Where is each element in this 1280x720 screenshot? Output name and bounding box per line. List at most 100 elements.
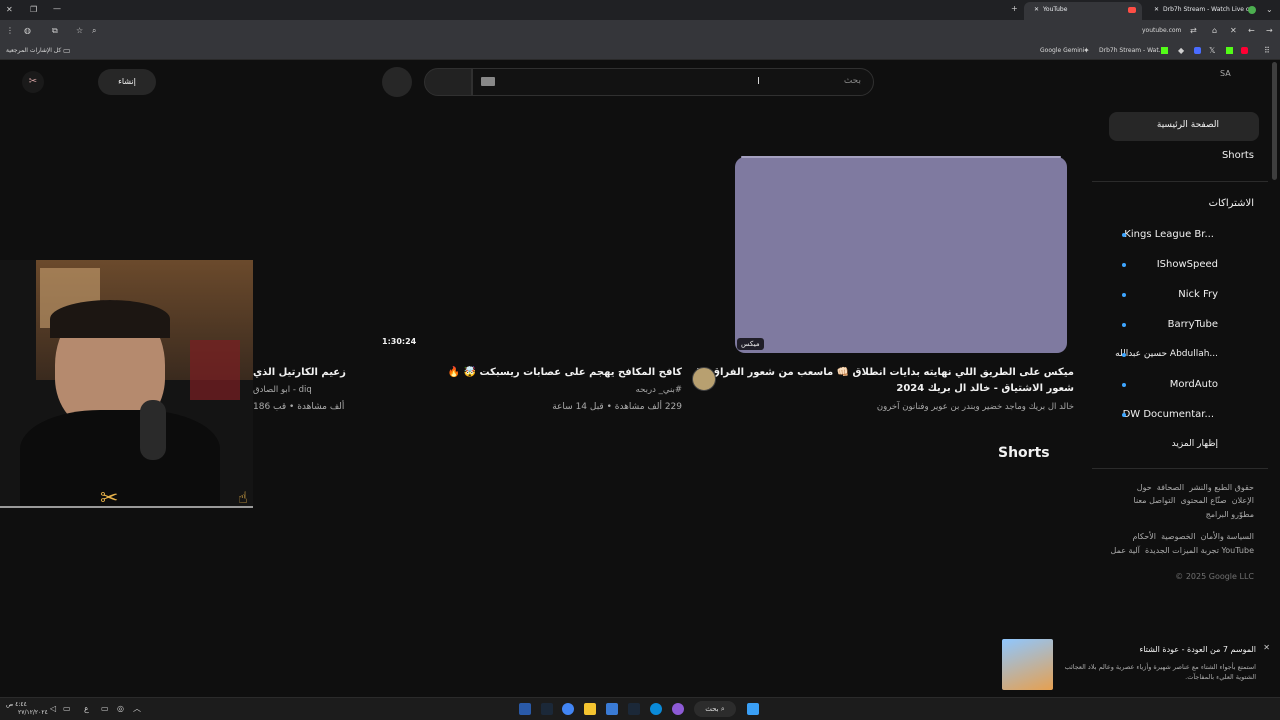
tray-icon[interactable]: ▭	[101, 705, 109, 713]
extensions-icon[interactable]: ⧉	[52, 27, 58, 35]
footer-link[interactable]: حقوق الطبع والنشر	[1189, 483, 1254, 492]
avatar[interactable]: ✂	[22, 71, 44, 93]
bookmark-icon[interactable]	[1194, 47, 1201, 54]
youtube-bookmark-icon[interactable]	[1241, 47, 1248, 54]
sidebar-item-home[interactable]: الصفحة الرئيسية	[1109, 112, 1259, 141]
new-tab-icon[interactable]: +	[1011, 5, 1018, 13]
taskbar-search[interactable]: بحث ⌕	[694, 701, 736, 717]
volume-icon[interactable]: ◁	[50, 705, 56, 713]
clock-date[interactable]: ٢٧/١٢/٢٠٢٤	[18, 709, 48, 716]
bookmark-icon[interactable]: ◆	[1178, 47, 1184, 55]
new-content-dot	[1122, 263, 1126, 267]
sidebar-item-shorts[interactable]: Shorts	[1222, 150, 1254, 161]
network-icon[interactable]: ▭	[63, 705, 71, 713]
steam-icon[interactable]	[628, 703, 640, 715]
browser-tab-bar: ✕ ❐ — + ✕ YouTube ✕ Drb7h Stream - Watch L…	[0, 0, 1280, 20]
create-button[interactable]: إنشاء	[98, 69, 156, 95]
footer-link[interactable]: التواصل معنا	[1134, 496, 1176, 505]
chrome-icon[interactable]	[562, 703, 574, 715]
search-placeholder: بحث	[843, 76, 861, 86]
shorts-section-title: Shorts	[998, 445, 1050, 461]
new-content-dot	[1122, 383, 1126, 387]
bookmarks-bar: كل الإشارات المرجعية ▭ Google Gemini ✦ D…	[0, 42, 1280, 60]
channel-avatar[interactable]	[692, 367, 716, 391]
footer-link[interactable]: الصحافة	[1157, 483, 1184, 492]
sidebar-item-subscription[interactable]: MordAuto	[1170, 379, 1218, 390]
apps-grid-icon[interactable]: ⠿	[1264, 47, 1270, 55]
footer-link[interactable]: صنّاع المحتوى	[1180, 496, 1226, 505]
app-icon[interactable]	[672, 703, 684, 715]
footer-links: السياسة والأمان الخصوصية الأحكام	[1132, 532, 1254, 541]
sidebar-item-subscription[interactable]: BarryTube	[1168, 319, 1218, 330]
tab-youtube[interactable]: ✕ YouTube	[1024, 2, 1142, 20]
tab-drb7h-stream[interactable]: ✕ Drb7h Stream - Watch Live on	[1144, 2, 1262, 20]
all-bookmarks[interactable]: كل الإشارات المرجعية	[6, 47, 61, 54]
footer-links: مطوّرو البرامج	[1206, 510, 1254, 519]
x-icon[interactable]: 𝕏	[1209, 47, 1215, 55]
tab-search-icon[interactable]: ⌄	[1266, 6, 1273, 14]
page-scrollbar[interactable]	[1272, 62, 1277, 180]
zoom-icon[interactable]: ⌕	[92, 27, 96, 35]
video-meta: خالد ال بريك وماجد خضير وبندر بن عوير وف…	[876, 402, 1074, 412]
channel-name[interactable]: #بني_ دربحه	[636, 385, 682, 395]
footer-link[interactable]: تجربة الميزات الجديدة	[1145, 546, 1219, 555]
sidebar-item-subscription[interactable]: حسين عبدالله Abdullah...	[1115, 349, 1218, 359]
bookmark-drb7h[interactable]: Drb7h Stream - Wat...	[1099, 47, 1164, 54]
site-settings-icon[interactable]: ⇄	[1190, 27, 1197, 35]
video-title[interactable]: كافح المكافح يهجم على عصابات ريسبكت 🤯 🔥	[448, 367, 682, 378]
profile-icon[interactable]: ◍	[24, 27, 31, 35]
sidebar-item-subscription[interactable]: IShowSpeed	[1157, 259, 1218, 270]
voice-search-button[interactable]	[382, 67, 412, 97]
browser-address-bar: ⋮ ◍ ⧉ ☆ ⌕ youtube.com ⇄ ⌂ ✕ ← →	[0, 20, 1280, 42]
steam-icon[interactable]	[541, 703, 553, 715]
footer-link[interactable]: السياسة والأمان	[1201, 532, 1254, 541]
kick-bookmark-icon[interactable]	[1161, 47, 1168, 54]
chevron-up-icon[interactable]: ︿	[133, 705, 141, 713]
notification-toast[interactable]: الموسم 7 من العودة - عودة الشتاء استمتع …	[1000, 637, 1276, 693]
search-input[interactable]: بحث I	[472, 68, 874, 96]
notification-body-line2: الشتوية العليء بالمفاجآت.	[1185, 673, 1256, 681]
footer-link[interactable]: الإعلان	[1232, 496, 1254, 505]
address-url[interactable]: youtube.com	[1142, 27, 1181, 34]
close-icon[interactable]: ✕	[1263, 644, 1270, 652]
stop-icon[interactable]: ✕	[1230, 27, 1237, 35]
close-tab-icon[interactable]: ✕	[1154, 6, 1159, 13]
footer-link[interactable]: الخصوصية	[1161, 532, 1195, 541]
menu-icon[interactable]: ⋮	[6, 27, 14, 35]
sidebar-item-subscription[interactable]: Nick Fry	[1178, 289, 1218, 300]
bookmark-star-icon[interactable]: ☆	[76, 27, 83, 35]
person-hair	[50, 300, 170, 338]
minimize-window-icon[interactable]: —	[53, 5, 61, 13]
footer-link[interactable]: مطوّرو البرامج	[1206, 510, 1254, 519]
keyboard-icon[interactable]	[481, 77, 495, 86]
close-tab-icon[interactable]: ✕	[1034, 6, 1039, 13]
tray-icon[interactable]: ◎	[117, 705, 124, 713]
taskbar-app-icon[interactable]	[519, 703, 531, 715]
close-window-icon[interactable]: ✕	[6, 6, 13, 14]
sidebar-item-subscription[interactable]: Kings League Br...	[1124, 229, 1214, 240]
restore-window-icon[interactable]: ❐	[30, 6, 37, 14]
search-button[interactable]	[424, 68, 472, 96]
footer-link[interactable]: حول	[1137, 483, 1152, 492]
language-icon[interactable]: ع	[84, 705, 89, 713]
clock-time[interactable]: ٤:٤٤ ص	[6, 701, 27, 708]
sidebar-item-subscription[interactable]: DW Documentar...	[1123, 409, 1214, 420]
video-title-line2[interactable]: شعور الاشتياق - خالد ال بريك 2024	[896, 383, 1074, 394]
edge-icon[interactable]	[650, 703, 662, 715]
video-title[interactable]: زعيم الكارتيل الذي	[253, 367, 346, 378]
mix-stack-edge	[741, 156, 1061, 158]
channel-name[interactable]: ابو الصادق - diq	[253, 385, 312, 395]
bookmark-gemini[interactable]: Google Gemini	[1040, 47, 1084, 54]
mix-thumbnail[interactable]: ميكس	[735, 157, 1067, 353]
windows-start-icon[interactable]	[747, 703, 759, 715]
home-icon[interactable]: ⌂	[1212, 27, 1217, 35]
divider	[1092, 468, 1268, 469]
store-icon[interactable]	[606, 703, 618, 715]
footer-link[interactable]: الأحكام	[1132, 532, 1156, 541]
file-explorer-icon[interactable]	[584, 703, 596, 715]
forward-icon[interactable]: ←	[1248, 27, 1255, 35]
show-more-button[interactable]: إظهار المزيد	[1172, 439, 1218, 449]
video-title[interactable]: ميكس على الطريق اللي نهايته بدايات انطلا…	[697, 367, 1074, 378]
kick-bookmark-icon[interactable]	[1226, 47, 1233, 54]
back-icon[interactable]: →	[1266, 27, 1273, 35]
